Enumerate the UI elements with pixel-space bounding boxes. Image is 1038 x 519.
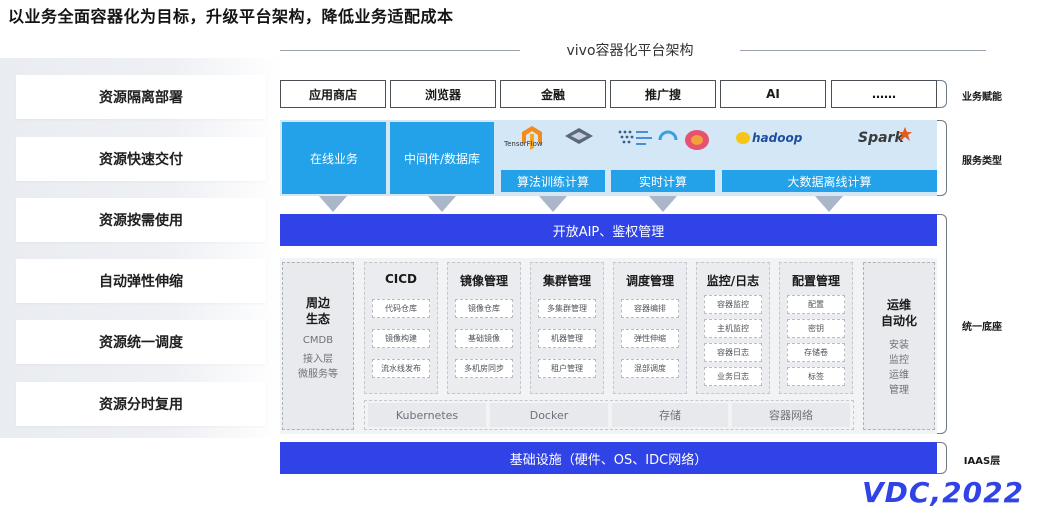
ecosystem-item: 微服务等 bbox=[298, 369, 338, 380]
service-bigdata-offline: 大数据离线计算 bbox=[722, 170, 937, 192]
module-item: 容器编排 bbox=[621, 299, 679, 318]
label-iaas: IAAS层 bbox=[963, 456, 1001, 467]
arrow-down-icon bbox=[319, 196, 347, 212]
module-scheduling-management: 调度管理 容器编排 弹性伸缩 混部调度 bbox=[613, 262, 687, 394]
module-item: 业务日志 bbox=[704, 367, 762, 386]
onnx-logo-icon bbox=[563, 126, 595, 150]
capability-isolation: 资源隔离部署 bbox=[16, 75, 266, 119]
module-item: 多集群管理 bbox=[538, 299, 596, 318]
business-app-store: 应用商店 bbox=[280, 80, 386, 108]
vdc-2022-logo: VDC,2022 bbox=[862, 476, 1025, 509]
business-browser: 浏览器 bbox=[390, 80, 496, 108]
label-service-types: 服务类型 bbox=[962, 156, 1002, 167]
capability-fast-delivery: 资源快速交付 bbox=[16, 137, 266, 181]
module-item: 弹性伸缩 bbox=[621, 329, 679, 348]
spark-star-icon bbox=[898, 126, 912, 141]
service-middleware-db: 中间件/数据库 bbox=[390, 122, 494, 194]
ops-item: 运维 bbox=[889, 370, 909, 381]
storm-logo-icon bbox=[656, 128, 680, 152]
module-item: 镜像构建 bbox=[372, 329, 430, 348]
service-online: 在线业务 bbox=[282, 122, 386, 194]
title-rule-left bbox=[280, 50, 520, 51]
module-title: 配置管理 bbox=[791, 274, 840, 288]
module-item: 租户管理 bbox=[538, 359, 596, 378]
module-title: 监控/日志 bbox=[706, 274, 760, 288]
module-item: 标签 bbox=[787, 367, 845, 386]
ops-item: 监控 bbox=[889, 355, 909, 366]
ecosystem-item: 接入层 bbox=[303, 354, 333, 365]
title-rule-right bbox=[740, 50, 986, 51]
module-item: 容器日志 bbox=[704, 343, 762, 362]
module-item: 存储卷 bbox=[787, 343, 845, 362]
module-title: 调度管理 bbox=[625, 274, 674, 288]
arrow-down-icon bbox=[428, 196, 456, 212]
ops-item: 管理 bbox=[889, 385, 909, 396]
arrow-down-icon bbox=[815, 196, 843, 212]
service-realtime: 实时计算 bbox=[611, 170, 715, 192]
module-item: 流水线发布 bbox=[372, 359, 430, 378]
capability-unified-scheduling: 资源统一调度 bbox=[16, 320, 266, 364]
module-item: 机器管理 bbox=[538, 329, 596, 348]
module-item: 代码仓库 bbox=[372, 299, 430, 318]
ops-title-2: 自动化 bbox=[880, 314, 917, 328]
service-algo-training: 算法训练计算 bbox=[501, 170, 605, 192]
module-item: 基础镜像 bbox=[455, 329, 513, 348]
architecture-title: vivo容器化平台架构 bbox=[530, 40, 730, 60]
capability-time-sharing: 资源分时复用 bbox=[16, 382, 266, 426]
ecosystem-item: CMDB bbox=[302, 335, 334, 346]
page-headline: 以业务全面容器化为目标，升级平台架构，降低业务适配成本 bbox=[8, 7, 454, 26]
ecosystem-title-2: 生态 bbox=[305, 312, 330, 326]
capability-on-demand: 资源按需使用 bbox=[16, 198, 266, 242]
hadoop-label: hadoop bbox=[752, 131, 803, 145]
arrow-down-icon bbox=[649, 196, 677, 212]
module-title: 集群管理 bbox=[542, 274, 591, 288]
ecosystem-column bbox=[282, 262, 354, 430]
module-monitoring-logs: 监控/日志 容器监控 主机监控 容器日志 业务日志 bbox=[696, 262, 770, 394]
module-item: 多机房同步 bbox=[455, 359, 513, 378]
ops-item: 安装 bbox=[889, 340, 909, 351]
tensorflow-label: TensorFlow bbox=[504, 140, 543, 148]
module-item: 主机监控 bbox=[704, 319, 762, 338]
module-title: CICD bbox=[384, 272, 418, 286]
module-item: 容器监控 bbox=[704, 295, 762, 314]
module-cluster-management: 集群管理 多集群管理 机器管理 租户管理 bbox=[530, 262, 604, 394]
module-item: 配置 bbox=[787, 295, 845, 314]
capability-autoscaling: 自动弹性伸缩 bbox=[16, 259, 266, 303]
label-unified-base: 统一底座 bbox=[962, 322, 1002, 333]
flink-logo-icon bbox=[682, 126, 712, 152]
ops-title-1: 运维 bbox=[886, 298, 911, 312]
base-docker: Docker bbox=[490, 403, 608, 427]
open-api-bar: 开放AIP、鉴权管理 bbox=[280, 214, 937, 246]
business-ai: AI bbox=[720, 80, 826, 108]
module-image-management: 镜像管理 镜像仓库 基础镜像 多机房同步 bbox=[447, 262, 521, 394]
base-kubernetes: Kubernetes bbox=[368, 403, 486, 427]
business-more: …… bbox=[831, 80, 937, 108]
ecosystem-title-1: 周边 bbox=[305, 296, 330, 310]
module-title: 镜像管理 bbox=[459, 274, 508, 288]
business-finance: 金融 bbox=[500, 80, 606, 108]
module-item: 混部调度 bbox=[621, 359, 679, 378]
business-promotion-search: 推广搜 bbox=[610, 80, 716, 108]
stream-logo-icon bbox=[616, 126, 656, 152]
module-item: 密钥 bbox=[787, 319, 845, 338]
module-item: 镜像仓库 bbox=[455, 299, 513, 318]
arrow-down-icon bbox=[539, 196, 567, 212]
module-cicd: CICD 代码仓库 镜像构建 流水线发布 bbox=[364, 262, 438, 394]
base-container-network: 容器网络 bbox=[732, 403, 850, 427]
spark-label: Spark bbox=[858, 130, 904, 146]
label-business-enablement: 业务赋能 bbox=[962, 92, 1002, 103]
infrastructure-bar: 基础设施（硬件、OS、IDC网络） bbox=[280, 442, 937, 474]
module-config-management: 配置管理 配置 密钥 存储卷 标签 bbox=[779, 262, 853, 394]
base-storage: 存储 bbox=[612, 403, 728, 427]
